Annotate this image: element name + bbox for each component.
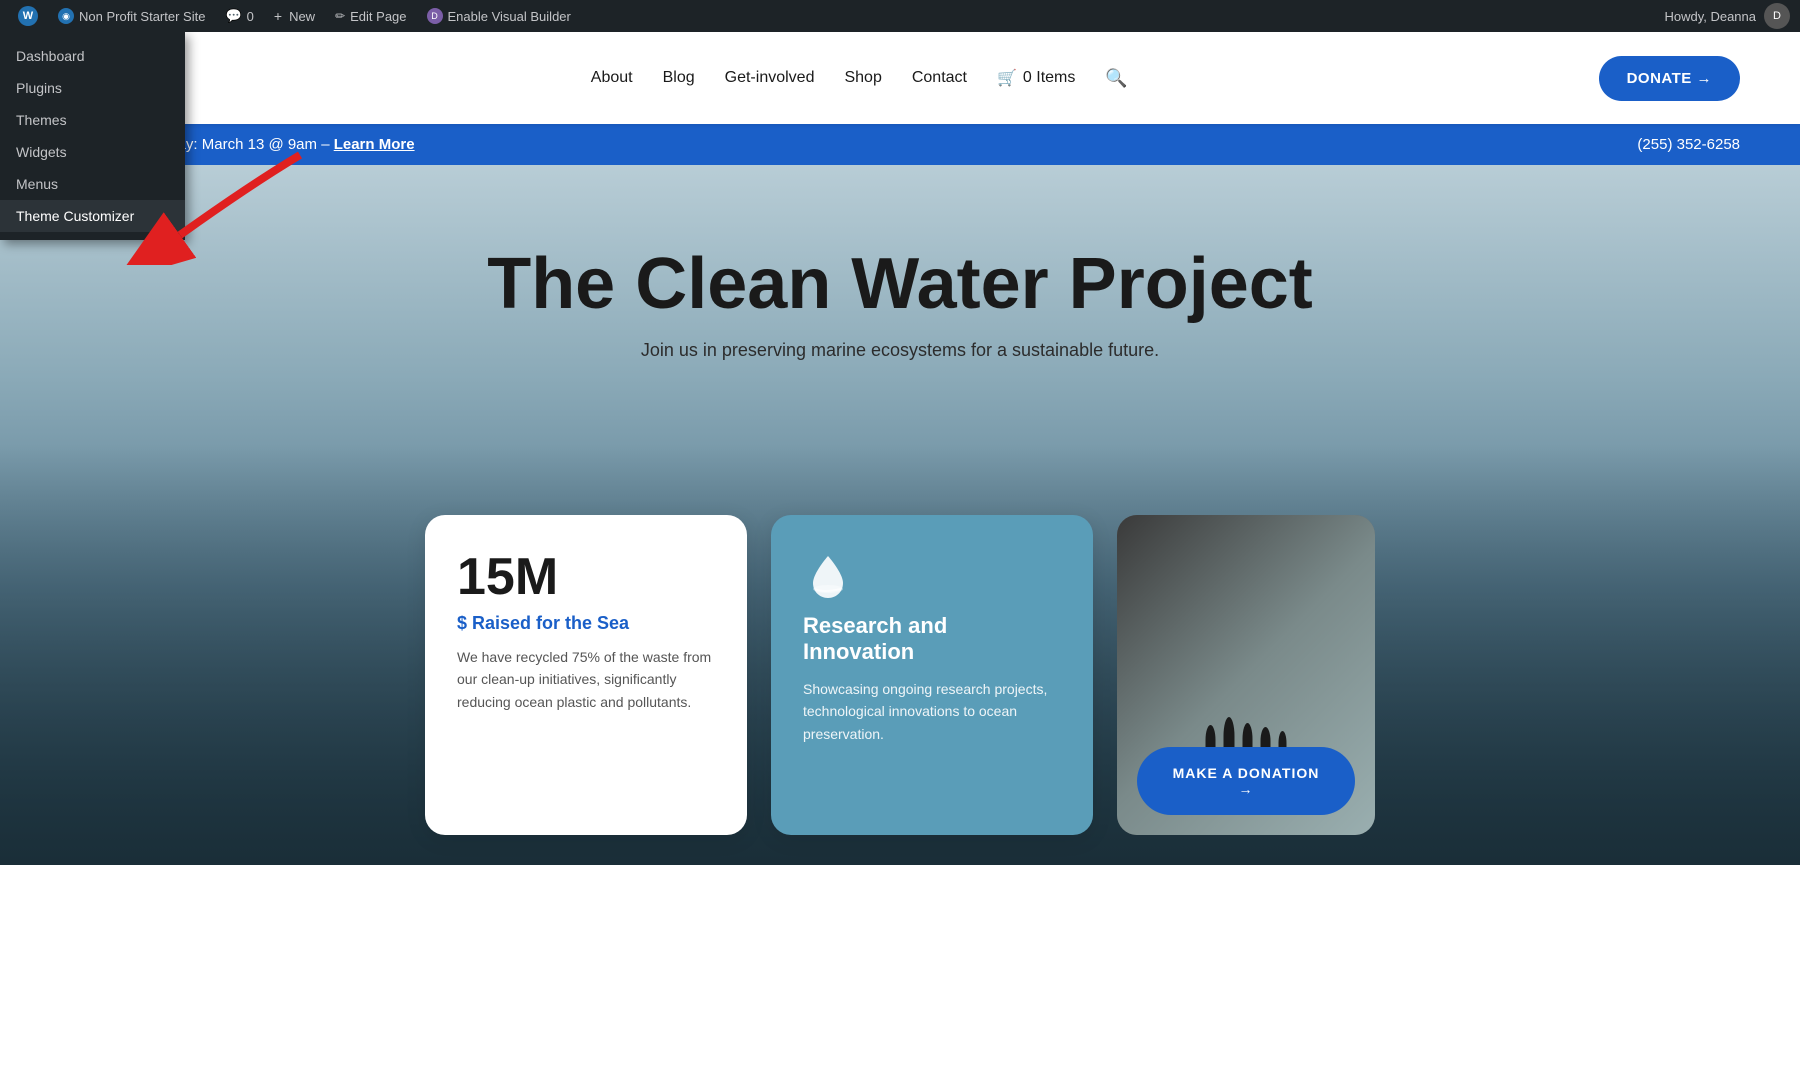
stat-number: 15M xyxy=(457,551,715,603)
feature-cards: 15M $ Raised for the Sea We have recycle… xyxy=(425,515,1375,835)
nav-cart[interactable]: 🛒 0 Items xyxy=(997,68,1075,88)
announcement-banner: Beach Cleanup Day: March 13 @ 9am – Lear… xyxy=(0,124,1800,165)
nav-get-involved[interactable]: Get-involved xyxy=(725,69,815,87)
comment-icon: 💬 xyxy=(225,8,241,24)
wp-logo-menu[interactable]: W xyxy=(10,0,46,32)
banner-phone: (255) 352-6258 xyxy=(1637,136,1740,153)
stat-description: We have recycled 75% of the waste from o… xyxy=(457,646,715,713)
hero-section: The Clean Water Project Join us in prese… xyxy=(0,165,1800,865)
hero-subtitle: Join us in preserving marine ecosystems … xyxy=(641,340,1159,361)
donate-button[interactable]: DONATE → xyxy=(1599,56,1740,101)
site-name-menu[interactable]: ◉ Non Profit Starter Site xyxy=(50,0,213,32)
site-icon: ◉ xyxy=(58,8,74,24)
dropdown-item-dashboard[interactable]: Dashboard xyxy=(0,40,185,72)
site-content: D About Blog Get-involved Shop Contact 🛒… xyxy=(0,32,1800,865)
nav-about[interactable]: About xyxy=(591,69,633,87)
dropdown-item-theme-customizer[interactable]: Theme Customizer xyxy=(0,200,185,232)
plus-icon: + xyxy=(274,8,282,24)
water-drop-icon xyxy=(803,551,853,601)
wordpress-icon: W xyxy=(18,6,38,26)
visual-builder-button[interactable]: D Enable Visual Builder xyxy=(419,0,579,32)
dropdown-item-plugins[interactable]: Plugins xyxy=(0,72,185,104)
site-header: D About Blog Get-involved Shop Contact 🛒… xyxy=(0,32,1800,124)
stat-label: $ Raised for the Sea xyxy=(457,613,715,634)
comment-count: 0 xyxy=(247,9,254,24)
cart-icon: 🛒 xyxy=(997,68,1017,88)
admin-bar: W ◉ Non Profit Starter Site 💬 0 + New ✏ … xyxy=(0,0,1800,32)
visual-builder-label: Enable Visual Builder xyxy=(448,9,571,24)
nav-shop[interactable]: Shop xyxy=(844,69,881,87)
donate-btn-label: DONATE → xyxy=(1627,70,1712,87)
dropdown-item-widgets[interactable]: Widgets xyxy=(0,136,185,168)
appearance-dropdown: Dashboard Plugins Themes Widgets Menus T… xyxy=(0,32,185,240)
divi-icon: D xyxy=(427,8,443,24)
comments-menu[interactable]: 💬 0 xyxy=(217,0,261,32)
nav-blog[interactable]: Blog xyxy=(663,69,695,87)
hero-title: The Clean Water Project xyxy=(487,245,1313,324)
new-label: New xyxy=(289,9,315,24)
banner-link[interactable]: Learn More xyxy=(334,136,415,153)
site-name-label: Non Profit Starter Site xyxy=(79,9,205,24)
user-avatar: D xyxy=(1764,3,1790,29)
research-card-title: Research and Innovation xyxy=(803,613,1061,666)
avatar-initials: D xyxy=(1773,10,1781,22)
dropdown-item-themes[interactable]: Themes xyxy=(0,104,185,136)
new-content-menu[interactable]: + New xyxy=(266,0,323,32)
photo-card: MAKE A DONATION → xyxy=(1117,515,1375,835)
site-navigation: About Blog Get-involved Shop Contact 🛒 0… xyxy=(591,68,1128,89)
donation-btn-label: MAKE A DONATION → xyxy=(1169,765,1323,797)
howdy-menu[interactable]: Howdy, Deanna D xyxy=(1664,3,1790,29)
edit-page-label: Edit Page xyxy=(350,9,406,24)
nav-contact[interactable]: Contact xyxy=(912,69,967,87)
edit-page-button[interactable]: ✏ Edit Page xyxy=(327,0,414,32)
research-card-desc: Showcasing ongoing research projects, te… xyxy=(803,678,1061,745)
howdy-text: Howdy, Deanna xyxy=(1664,9,1756,24)
search-icon[interactable]: 🔍 xyxy=(1105,68,1127,89)
stat-card: 15M $ Raised for the Sea We have recycle… xyxy=(425,515,747,835)
cart-items-label: 0 Items xyxy=(1023,69,1075,87)
edit-icon: ✏ xyxy=(335,9,345,23)
research-card: Research and Innovation Showcasing ongoi… xyxy=(771,515,1093,835)
dropdown-item-menus[interactable]: Menus xyxy=(0,168,185,200)
make-donation-button[interactable]: MAKE A DONATION → xyxy=(1137,747,1355,815)
